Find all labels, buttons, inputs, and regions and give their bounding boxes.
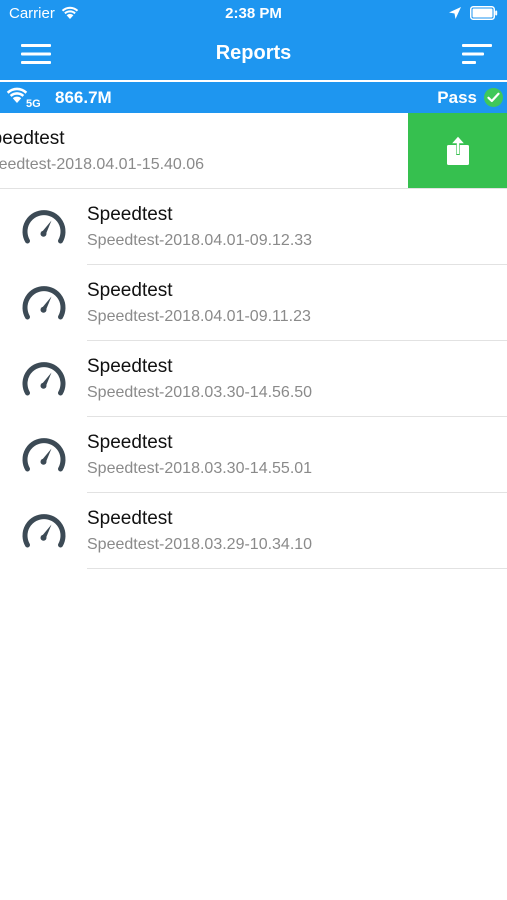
row-divider xyxy=(87,568,507,569)
report-row-text: Speedtest Speedtest-2018.04.01-09.11.23 xyxy=(87,265,507,340)
reports-screen: Carrier 2:38 PM Reports 5G 866.7M Pass e… xyxy=(0,0,507,900)
report-row-text: Speedtest Speedtest-2018.03.29-10.34.10 xyxy=(87,493,507,568)
report-row-text: Speedtest Speedtest-2018.03.30-14.56.50 xyxy=(87,341,507,416)
network-status-bar: 5G 866.7M Pass xyxy=(0,82,507,113)
status-bar: Carrier 2:38 PM xyxy=(0,0,507,28)
menu-button[interactable] xyxy=(16,36,56,72)
report-row[interactable]: Speedtest Speedtest-2018.03.29-10.34.10 xyxy=(0,493,507,569)
report-title: Speedtest xyxy=(87,432,173,453)
sort-icon xyxy=(462,44,492,64)
report-row-swiped[interactable]: Speedtest Speedtest-2018.04.01-15.40.06 xyxy=(0,113,507,189)
report-title: Speedtest xyxy=(87,356,173,377)
battery-icon xyxy=(470,6,498,20)
clock: 2:38 PM xyxy=(225,5,282,22)
report-row-text: Speedtest Speedtest-2018.04.01-09.12.33 xyxy=(87,189,507,264)
report-title: Speedtest xyxy=(87,508,173,529)
checkmark-icon xyxy=(484,88,503,107)
report-row[interactable]: Speedtest Speedtest-2018.03.30-14.55.01 xyxy=(0,417,507,493)
share-icon xyxy=(446,136,469,165)
speedometer-icon xyxy=(22,362,66,396)
speedometer-icon xyxy=(22,210,66,244)
network-speed: 866.7M xyxy=(55,88,112,107)
hamburger-menu-icon xyxy=(21,44,51,64)
report-filename: Speedtest-2018.04.01-09.12.33 xyxy=(87,232,313,249)
report-row[interactable]: Speedtest Speedtest-2018.04.01-09.12.33 xyxy=(0,189,507,265)
report-row[interactable]: Speedtest Speedtest-2018.03.30-14.56.50 xyxy=(0,341,507,417)
report-title: Speedtest xyxy=(87,204,173,225)
report-row-content[interactable]: Speedtest Speedtest-2018.04.01-15.40.06 xyxy=(0,113,407,188)
network-band: 5G xyxy=(26,98,41,110)
page-title: Reports xyxy=(215,42,292,64)
report-filename: Speedtest-2018.04.01-09.11.23 xyxy=(87,308,311,325)
speedometer-icon xyxy=(22,438,66,472)
report-row-text: Speedtest Speedtest-2018.03.30-14.55.01 xyxy=(87,417,507,492)
location-arrow-icon xyxy=(449,7,461,19)
report-filename: Speedtest-2018.04.01-15.40.06 xyxy=(0,156,205,173)
speedometer-icon xyxy=(22,514,66,548)
share-button[interactable] xyxy=(408,113,507,188)
header: Carrier 2:38 PM Reports xyxy=(0,0,507,80)
wifi-signal-icon xyxy=(6,87,28,103)
network-test-status: Pass xyxy=(437,88,477,107)
report-filename: Speedtest-2018.03.29-10.34.10 xyxy=(87,536,313,553)
nav-bar: Reports xyxy=(0,28,507,80)
sort-button[interactable] xyxy=(455,36,499,72)
report-row[interactable]: Speedtest Speedtest-2018.04.01-09.11.23 xyxy=(0,265,507,341)
report-title: Speedtest xyxy=(87,280,173,301)
report-list: Speedtest Speedtest-2018.04.01-15.40.06 xyxy=(0,113,507,569)
speedometer-icon xyxy=(22,286,66,320)
report-filename: Speedtest-2018.03.30-14.55.01 xyxy=(87,460,313,477)
report-title: Speedtest xyxy=(0,128,65,149)
report-filename: Speedtest-2018.03.30-14.56.50 xyxy=(87,384,313,401)
